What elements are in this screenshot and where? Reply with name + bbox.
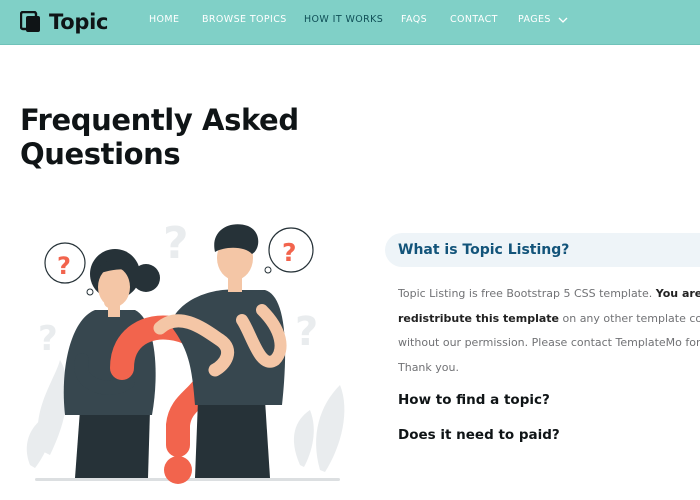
faq-question-find-topic[interactable]: How to find a topic? bbox=[398, 392, 550, 408]
answer-bold-text: You are not allowed to bbox=[655, 287, 700, 300]
faq-question-need-to-pay[interactable]: Does it need to paid? bbox=[398, 427, 560, 443]
faq-answer-line4: Thank you. bbox=[398, 360, 459, 374]
svg-text:?: ? bbox=[163, 218, 189, 269]
svg-text:?: ? bbox=[38, 319, 58, 359]
page-title-line2: Questions bbox=[20, 137, 181, 171]
svg-text:?: ? bbox=[295, 309, 318, 355]
faq-question-open: What is Topic Listing? bbox=[398, 242, 570, 258]
nav-contact[interactable]: CONTACT bbox=[450, 14, 498, 25]
answer-bold-text: redistribute this template bbox=[398, 311, 559, 325]
navbar: Topic HOME BROWSE TOPICS HOW IT WORKS FA… bbox=[0, 0, 700, 45]
brand-logo[interactable]: Topic bbox=[20, 8, 108, 36]
nav-pages[interactable]: PAGES bbox=[518, 14, 568, 25]
answer-text: Topic Listing is free Bootstrap 5 CSS te… bbox=[398, 287, 656, 300]
faq-item-open-header[interactable]: What is Topic Listing? bbox=[385, 233, 700, 267]
svg-text:?: ? bbox=[282, 238, 297, 267]
faq-answer-line1: Topic Listing is free Bootstrap 5 CSS te… bbox=[398, 282, 700, 307]
nav-how-it-works[interactable]: HOW IT WORKS bbox=[304, 14, 383, 25]
nav-faqs[interactable]: FAQS bbox=[401, 14, 427, 25]
page-title-line1: Frequently Asked bbox=[20, 103, 299, 137]
nav-pages-label: PAGES bbox=[518, 14, 551, 25]
nav-browse-topics[interactable]: BROWSE TOPICS bbox=[202, 14, 287, 25]
nav-home[interactable]: HOME bbox=[149, 14, 179, 25]
faq-answer-line2: redistribute this template on any other … bbox=[398, 307, 700, 332]
page-title: Frequently Asked Questions bbox=[20, 103, 320, 171]
chevron-down-icon bbox=[558, 17, 568, 23]
book-icon bbox=[20, 11, 40, 32]
faq-answer-line3: without our permission. Please contact T… bbox=[398, 336, 700, 349]
svg-text:?: ? bbox=[57, 252, 71, 280]
faq-answer: Topic Listing is free Bootstrap 5 CSS te… bbox=[398, 282, 700, 380]
brand-name: Topic bbox=[49, 10, 109, 34]
answer-text: on any other template collection website bbox=[562, 311, 700, 325]
faq-illustration: ? ? ? ? ? bbox=[26, 218, 345, 484]
